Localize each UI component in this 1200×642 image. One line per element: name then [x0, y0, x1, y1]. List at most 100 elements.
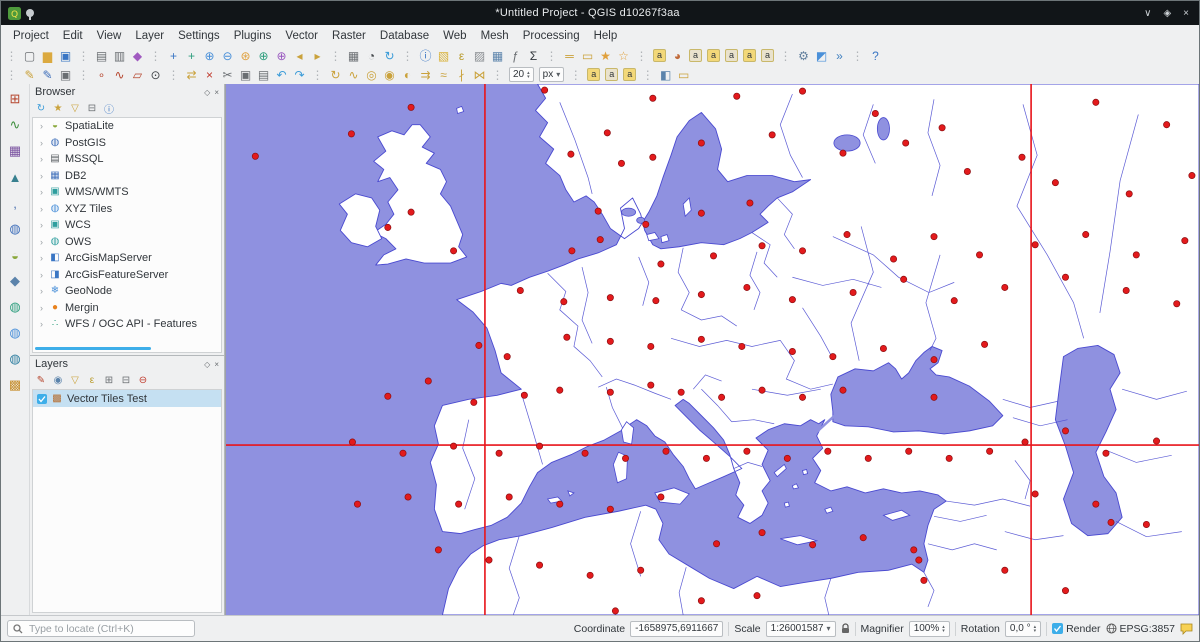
- add-spatialite-layer-button[interactable]: ◒: [5, 245, 25, 265]
- layer-styling-button[interactable]: ✎: [34, 374, 48, 388]
- window-close-button[interactable]: ×: [1183, 8, 1189, 19]
- toolbar-handle[interactable]: ⋮: [399, 47, 416, 64]
- scale-combobox[interactable]: 1:26001587 ▾: [766, 621, 836, 637]
- browser-item-db2[interactable]: › ▦ DB2: [33, 168, 221, 185]
- toolbar-handle[interactable]: ⋮: [309, 66, 326, 83]
- toolbar-handle[interactable]: ⋮: [147, 47, 164, 64]
- browser-item-arcgisfeatureserver[interactable]: › ◨ ArcGisFeatureServer: [33, 267, 221, 284]
- browser-item-xyz-tiles[interactable]: › ◍ XYZ Tiles: [33, 201, 221, 218]
- statistical-summary-button[interactable]: Σ: [525, 47, 542, 64]
- window-maximize-button[interactable]: ◈: [1163, 8, 1171, 19]
- menu-item[interactable]: Help: [587, 28, 625, 44]
- vertex-tool-button[interactable]: ⊙: [147, 66, 164, 83]
- toolbar-handle[interactable]: ⋮: [567, 66, 584, 83]
- change-label-properties-button[interactable]: a: [587, 68, 600, 81]
- menu-item[interactable]: Web: [436, 28, 473, 44]
- add-wfs-layer-button[interactable]: ◍: [5, 349, 25, 369]
- add-polygon-feature-button[interactable]: ▱: [129, 66, 146, 83]
- open-project-button[interactable]: ▆: [39, 47, 56, 64]
- expand-chevron-icon[interactable]: ›: [38, 303, 45, 313]
- show-bookmarks-button[interactable]: ☆: [615, 47, 632, 64]
- offset-curve-button[interactable]: ⇉: [417, 66, 434, 83]
- menu-item[interactable]: Vector: [278, 28, 325, 44]
- browser-filter-button[interactable]: ▽: [68, 102, 82, 116]
- expand-chevron-icon[interactable]: ›: [38, 253, 45, 263]
- new-map-view-button[interactable]: ▦: [345, 47, 362, 64]
- help-contents-button[interactable]: ?: [867, 47, 884, 64]
- title-bar[interactable]: Q *Untitled Project - QGIS d10267f3aa ∨ …: [1, 1, 1199, 25]
- browser-item-spatialite[interactable]: › ◒ SpatiaLite: [33, 118, 221, 135]
- pan-to-selection-button[interactable]: +: [183, 47, 200, 64]
- menu-item[interactable]: Plugins: [227, 28, 279, 44]
- toolbar-handle[interactable]: ⋮: [639, 66, 656, 83]
- menu-item[interactable]: Database: [373, 28, 436, 44]
- pan-map-button[interactable]: +: [165, 47, 182, 64]
- rotate-label-button[interactable]: a: [743, 49, 756, 62]
- rotate-feature-button[interactable]: ↻: [327, 66, 344, 83]
- current-edits-button[interactable]: ✎: [21, 66, 38, 83]
- expand-chevron-icon[interactable]: ›: [38, 171, 45, 181]
- redo-button[interactable]: ↷: [291, 66, 308, 83]
- copy-features-button[interactable]: ▣: [237, 66, 254, 83]
- style-manager-button[interactable]: ◆: [129, 47, 146, 64]
- annotation-button[interactable]: ▭: [675, 66, 692, 83]
- split-features-button[interactable]: ∤: [453, 66, 470, 83]
- add-xyz-layer-button[interactable]: ◍: [5, 323, 25, 343]
- undo-button[interactable]: ↶: [273, 66, 290, 83]
- refresh-map-button[interactable]: ↻: [381, 47, 398, 64]
- collapse-all-button[interactable]: ⊟: [119, 374, 133, 388]
- add-wms-layer-button[interactable]: ◍: [5, 297, 25, 317]
- zoom-last-button[interactable]: ◂: [291, 47, 308, 64]
- temporal-controller-button[interactable]: ◔: [363, 47, 380, 64]
- browser-collapse-all-button[interactable]: ⊟: [85, 102, 99, 116]
- magnifier-spinbox[interactable]: 100% ▴▾: [909, 621, 950, 637]
- select-by-expression-button[interactable]: ε: [453, 47, 470, 64]
- browser-item-ows[interactable]: › ◍ OWS: [33, 234, 221, 251]
- pin-labels-button[interactable]: a: [689, 49, 702, 62]
- measure-line-button[interactable]: ═: [561, 47, 578, 64]
- decorations-button[interactable]: ◧: [657, 66, 674, 83]
- zoom-to-selection-button[interactable]: ⊕: [255, 47, 272, 64]
- cut-features-button[interactable]: ✂: [219, 66, 236, 83]
- toolbar-handle[interactable]: ⋮: [75, 47, 92, 64]
- browser-refresh-button[interactable]: ↻: [34, 102, 48, 116]
- add-raster-layer-button[interactable]: ▦: [5, 141, 25, 161]
- new-project-button[interactable]: ▢: [21, 47, 38, 64]
- rotation-spinbox[interactable]: 0,0 ° ▴▾: [1005, 621, 1041, 637]
- zoom-next-button[interactable]: ▸: [309, 47, 326, 64]
- add-delimited-text-button[interactable]: ,: [5, 193, 25, 213]
- manage-map-themes-button[interactable]: ◉: [51, 374, 65, 388]
- browser-item-mssql[interactable]: › ▤ MSSQL: [33, 151, 221, 168]
- move-feature-button[interactable]: ⇄: [183, 66, 200, 83]
- menu-item[interactable]: Settings: [171, 28, 227, 44]
- expand-chevron-icon[interactable]: ›: [38, 319, 45, 329]
- save-project-button[interactable]: ▣: [57, 47, 74, 64]
- locator-search[interactable]: [7, 620, 195, 637]
- expand-chevron-icon[interactable]: ›: [38, 187, 45, 197]
- panel-close-button[interactable]: ×: [214, 88, 219, 97]
- browser-filter-favorites-button[interactable]: ★: [51, 102, 65, 116]
- select-features-button[interactable]: ▧: [435, 47, 452, 64]
- add-postgis-layer-button[interactable]: ◍: [5, 219, 25, 239]
- zoom-full-button[interactable]: ⊛: [237, 47, 254, 64]
- remove-layer-button[interactable]: ⊖: [136, 374, 150, 388]
- coordinate-display[interactable]: -1658975,6911667: [630, 621, 723, 637]
- highlight-pinned-labels-button[interactable]: a: [707, 49, 720, 62]
- new-bookmark-button[interactable]: ★: [597, 47, 614, 64]
- field-calculator-button[interactable]: ƒ: [507, 47, 524, 64]
- menu-item[interactable]: View: [90, 28, 129, 44]
- spin-down-icon[interactable]: ▾: [1034, 629, 1037, 633]
- render-checkbox[interactable]: Render: [1052, 623, 1100, 635]
- window-minimize-button[interactable]: ∨: [1144, 8, 1151, 19]
- panel-close-button[interactable]: ×: [214, 360, 219, 369]
- data-source-manager-button[interactable]: ⊞: [5, 89, 25, 109]
- label-unit-combo[interactable]: px ▾: [539, 67, 565, 82]
- toolbar-handle[interactable]: ⋮: [3, 66, 20, 83]
- menu-item[interactable]: Raster: [325, 28, 373, 44]
- browser-item-mergin[interactable]: › ● Mergin: [33, 300, 221, 317]
- add-line-feature-button[interactable]: ∿: [111, 66, 128, 83]
- delete-selected-button[interactable]: ×: [201, 66, 218, 83]
- deselect-features-button[interactable]: ▨: [471, 47, 488, 64]
- expand-chevron-icon[interactable]: ›: [38, 237, 45, 247]
- toolbar-handle[interactable]: ⋮: [75, 66, 92, 83]
